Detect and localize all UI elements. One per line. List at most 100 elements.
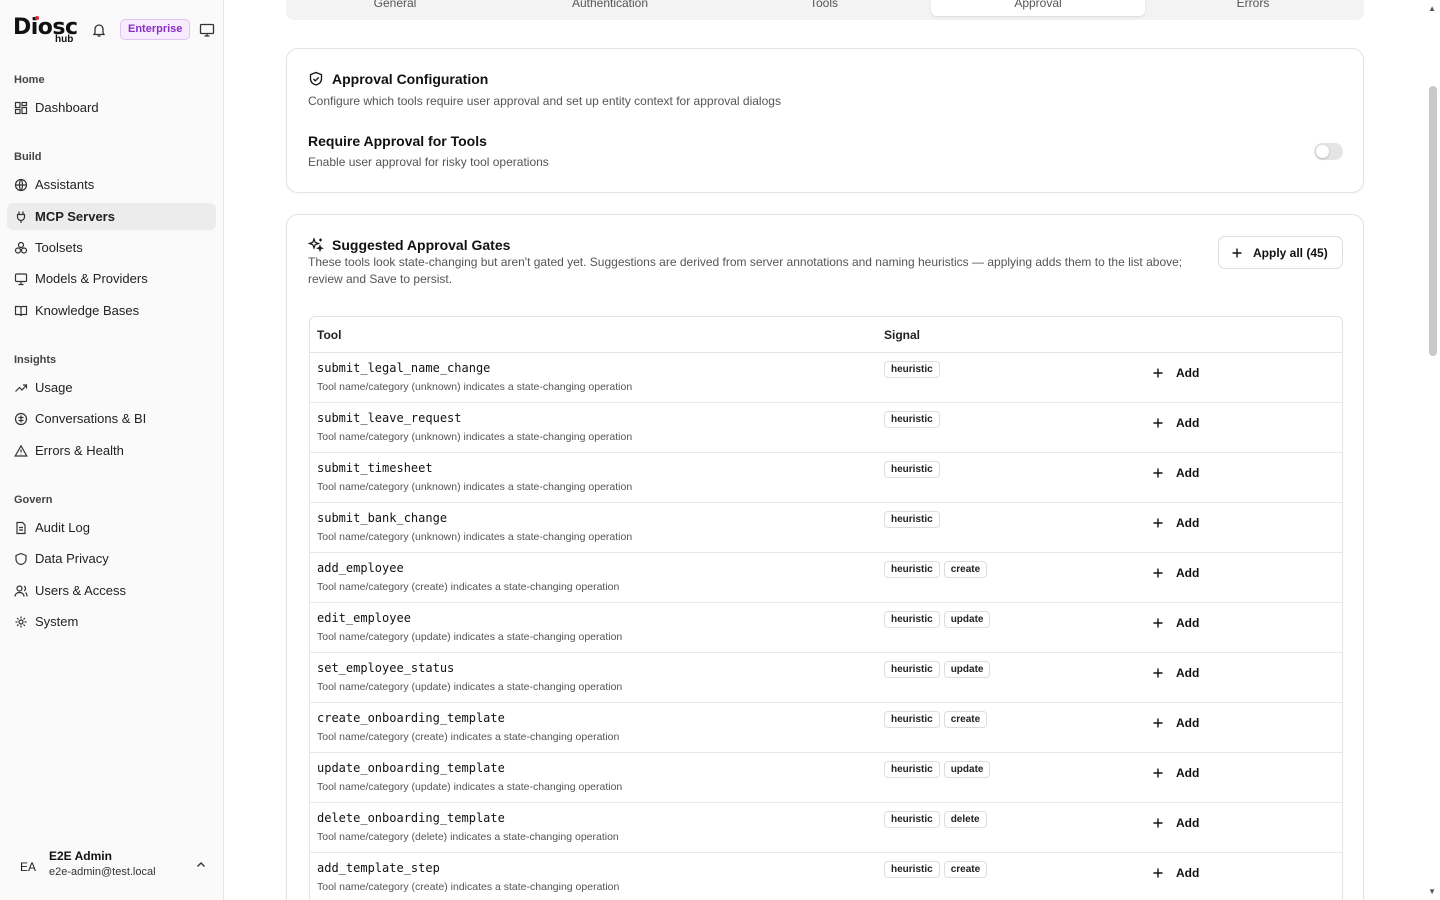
tab-authentication[interactable]: Authentication [503,0,717,16]
users-icon [14,584,28,597]
sidebar-item-data-privacy[interactable]: Data Privacy [7,545,216,572]
plus-icon [1232,248,1242,257]
tab-tools[interactable]: Tools [717,0,931,16]
tool-name: submit_legal_name_change [317,361,491,375]
sidebar-item-errors-health[interactable]: Errors & Health [7,437,216,464]
chevron-up-icon[interactable] [195,859,207,871]
add-button[interactable]: Add [1152,766,1199,780]
table-row: add_employee Tool name/category (create) … [310,553,1342,603]
nav-group-govern: Govern [14,494,53,506]
tool-name: create_onboarding_template [317,711,505,725]
tab-approval[interactable]: Approval [931,0,1145,16]
signal-chip: heuristic [884,361,940,378]
tool-name: edit_employee [317,611,411,625]
add-button[interactable]: Add [1152,716,1199,730]
sidebar-item-conversations-bi[interactable]: Conversations & BI [7,405,216,432]
sidebar-item-label: System [35,614,79,629]
signal-chips: heuristic create [884,711,991,728]
sidebar-item-label: Errors & Health [35,443,124,458]
user-name: E2E Admin [49,849,112,863]
sidebar-item-audit-log[interactable]: Audit Log [7,514,216,541]
sidebar-item-usage[interactable]: Usage [7,374,216,401]
column-header-tool: Tool [317,328,342,342]
bell-icon[interactable] [91,22,107,38]
add-button[interactable]: Add [1152,416,1199,430]
tool-description: Tool name/category (update) indicates a … [317,781,623,793]
signal-chip: heuristic [884,711,940,728]
tool-description: Tool name/category (delete) indicates a … [317,831,619,843]
tab-general[interactable]: General [288,0,502,16]
tool-name: submit_leave_request [317,411,462,425]
conversations-icon [14,412,28,425]
add-label: Add [1176,866,1200,880]
signal-chip: heuristic [884,411,940,428]
plug-icon [16,211,26,223]
scroll-down-arrow[interactable]: ▼ [1428,887,1436,896]
sidebar-item-label: Users & Access [35,583,127,598]
signal-chip: heuristic [884,661,940,678]
tool-name: submit_bank_change [317,511,448,525]
sidebar-item-knowledge-bases[interactable]: Knowledge Bases [7,297,216,324]
sidebar-item-label: Dashboard [35,100,99,115]
scrollbar[interactable]: ▲ ▼ [1426,0,1440,900]
sidebar-item-assistants[interactable]: Assistants [7,171,216,198]
add-button[interactable]: Add [1152,366,1199,380]
apply-all-button[interactable]: Apply all (45) [1218,236,1343,269]
sidebar-item-label: Audit Log [35,520,90,535]
tab-errors[interactable]: Errors [1146,0,1360,16]
table-row: delete_onboarding_template Tool name/cate… [310,803,1342,853]
require-approval-description: Enable user approval for risky tool oper… [308,155,549,169]
signal-chips: heuristic [884,511,944,528]
add-button[interactable]: Add [1152,566,1199,580]
add-label: Add [1176,566,1200,580]
add-button[interactable]: Add [1152,666,1199,680]
sidebar-item-mcp-servers[interactable]: MCP Servers [7,203,216,230]
sidebar-item-users-access[interactable]: Users & Access [7,577,216,604]
suggested-gates-title-text: Suggested Approval Gates [332,237,511,253]
sidebar-item-system[interactable]: System [7,608,216,635]
add-button[interactable]: Add [1152,616,1199,630]
signal-chips: heuristic create [884,861,991,878]
require-approval-toggle[interactable] [1314,143,1343,160]
add-label: Add [1176,666,1200,680]
sidebar-item-models-providers[interactable]: Models & Providers [7,265,216,292]
logo-dot [35,16,39,20]
enterprise-badge: Enterprise [120,19,191,40]
signal-chip: heuristic [884,761,940,778]
nav-group-build: Build [14,151,42,163]
tool-name: submit_timesheet [317,461,433,475]
plus-icon [1153,668,1163,678]
scroll-up-arrow[interactable]: ▲ [1428,4,1436,13]
sidebar-item-dashboard[interactable]: Dashboard [7,94,216,121]
signal-chip: update [943,661,991,678]
table-body: submit_legal_name_change Tool name/catego… [310,353,1342,900]
avatar: EA [19,860,36,874]
add-label: Add [1176,516,1200,530]
signal-chips: heuristic [884,411,944,428]
tab-bar: General Authentication Tools Approval Er… [286,0,1364,20]
signal-chips: heuristic update [884,761,994,778]
add-button[interactable]: Add [1152,866,1199,880]
signal-chip: create [943,861,988,878]
add-button[interactable]: Add [1152,466,1199,480]
sidebar-item-label: Models & Providers [35,271,148,286]
add-button[interactable]: Add [1152,516,1199,530]
sidebar-item-toolsets[interactable]: Toolsets [7,234,216,261]
add-label: Add [1176,366,1200,380]
monitor-icon [14,272,28,285]
monitor-icon[interactable] [199,22,215,38]
add-button[interactable]: Add [1152,816,1199,830]
user-menu[interactable]: EA E2E Admin e2e-admin@test.local [0,836,223,900]
plus-icon [1153,568,1163,578]
table-row: add_template_step Tool name/category (cre… [310,853,1342,900]
scrollbar-thumb[interactable] [1429,86,1437,356]
plus-icon [1153,468,1163,478]
table-row: create_onboarding_template Tool name/cate… [310,703,1342,753]
table-row: submit_timesheet Tool name/category (unkn… [310,453,1342,503]
signal-chips: heuristic update [884,661,994,678]
shield-icon [15,552,27,565]
nav-group-home: Home [14,74,45,86]
suggested-gates-description: These tools look state-changing but aren… [308,255,1183,286]
tool-name: set_employee_status [317,661,455,675]
add-label: Add [1176,716,1200,730]
